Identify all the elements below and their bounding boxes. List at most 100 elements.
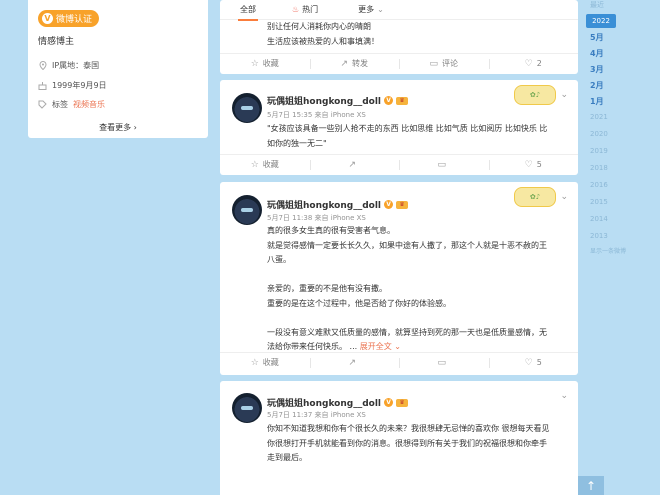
timeline-year[interactable]: 2018 — [590, 164, 608, 172]
post-line: 就是觉得感情一定要长长久久，如果中途有人撒了，那这个人就是十恶不赦的王 — [267, 240, 547, 250]
post-author[interactable]: 玩偶姐姐hongkong__doll V ♛ — [267, 396, 409, 409]
comment-button[interactable]: ▭ 评论 — [399, 54, 489, 73]
comment-button[interactable]: ▭ — [399, 353, 489, 372]
post-line: 如你的独一无二" — [267, 138, 327, 148]
tag-value-link[interactable]: 视频音乐 — [73, 99, 105, 110]
expand-label: 展开全文 — [359, 342, 392, 351]
tag-label: 标签 — [52, 100, 68, 109]
timeline-month[interactable]: 2月 — [590, 80, 604, 91]
post-line: 一段没有意义难默又低质量的感情，就算坚持到死的那一天也是低质量感情，无 — [267, 327, 547, 337]
repost-button[interactable]: ↗ 转发 — [309, 54, 400, 73]
repost-icon: ↗ — [348, 357, 357, 368]
comment-label: 评论 — [442, 59, 458, 68]
timeline-year[interactable]: 2014 — [590, 215, 608, 223]
favorite-button[interactable]: ☆ 收藏 — [220, 353, 310, 372]
timeline-year[interactable]: 2015 — [590, 198, 608, 206]
repost-button[interactable]: ↗ — [309, 155, 400, 174]
post-text: "女孩应该具备一些别人抢不走的东西 比如思维 比如气质 比如阅历 比如快乐 比 … — [267, 122, 568, 151]
post-card: 玩偶姐姐hongkong__doll V ♛ ✿♪ ⌄ 5月7日 11:38 来… — [220, 182, 578, 375]
like-button[interactable]: ♡ 5 — [488, 155, 579, 174]
tag-icon — [38, 100, 47, 109]
post-author[interactable]: 玩偶姐姐hongkong__doll V ♛ — [267, 198, 409, 211]
verified-badge[interactable]: V 微博认证 — [38, 10, 100, 27]
like-button[interactable]: ♡ 5 — [488, 353, 579, 372]
post-line — [267, 311, 568, 326]
favorite-label: 收藏 — [262, 59, 279, 68]
avatar[interactable] — [232, 93, 262, 123]
like-count: 2 — [536, 59, 542, 68]
star-icon: ☆ — [250, 58, 259, 69]
comment-icon: ▭ — [437, 159, 446, 170]
birthday-text: 1999年9月9日 — [52, 81, 107, 90]
favorite-label: 收藏 — [262, 160, 279, 169]
timeline-year[interactable]: 2020 — [590, 130, 608, 138]
timeline-year-selected[interactable]: 2022 — [586, 14, 616, 28]
post-line: 生活应该被热爱的人和事填满！ — [267, 36, 379, 46]
timeline-year[interactable]: 2016 — [590, 181, 608, 189]
timeline-month[interactable]: 4月 — [590, 48, 604, 59]
thumbs-up-icon: ♡ — [524, 58, 533, 69]
timeline-year[interactable]: 2019 — [590, 147, 608, 155]
avatar[interactable] — [232, 195, 262, 225]
favorite-button[interactable]: ☆ 收藏 — [220, 155, 310, 174]
view-more-label: 查看更多 — [99, 123, 132, 132]
post-author[interactable]: 玩偶姐姐hongkong__doll V ♛ — [267, 94, 409, 107]
crown-icon: ♛ — [396, 96, 409, 105]
chevron-down-icon: ⌄ — [377, 5, 384, 14]
view-more-link[interactable]: 查看更多 › — [28, 122, 208, 133]
comment-icon: ▭ — [437, 357, 446, 368]
action-bar: ☆ 收藏 ↗ ▭ ♡ 5 — [220, 352, 578, 372]
cake-icon — [38, 81, 47, 90]
tab-more[interactable]: 更多 ⌄ — [358, 0, 384, 20]
post-line: "女孩应该具备一些别人抢不走的东西 比如思维 比如气质 比如阅历 比如快乐 比 — [267, 124, 548, 133]
favorite-label: 收藏 — [262, 358, 279, 367]
tab-all-label: 全部 — [240, 5, 256, 14]
tab-more-label: 更多 — [358, 5, 375, 14]
comment-button[interactable]: ▭ — [399, 155, 489, 174]
star-icon: ☆ — [250, 159, 259, 170]
timeline-month[interactable]: 1月 — [590, 96, 604, 107]
repost-button[interactable]: ↗ — [309, 353, 400, 372]
expand-full-text-link[interactable]: 展开全文 ⌄ — [360, 342, 401, 351]
tag-row: 标签 视频音乐 — [38, 99, 105, 110]
chevron-down-icon[interactable]: ⌄ — [560, 192, 568, 202]
chevron-down-icon[interactable]: ⌄ — [560, 391, 568, 401]
like-button[interactable]: ♡ 2 — [488, 54, 579, 73]
fire-icon: ♨ — [292, 5, 300, 14]
timeline-month[interactable]: 5月 — [590, 32, 604, 43]
post-card-partial: 全部 ♨ 热门 更多 ⌄ 别让任何人消耗你内心的晴朗 生活应该被热爱的人和事填满… — [220, 0, 578, 74]
birthday-row: 1999年9月9日 — [38, 80, 107, 91]
avatar[interactable] — [232, 393, 262, 423]
tab-all[interactable]: 全部 — [234, 0, 262, 21]
back-to-top-button[interactable]: ↑ — [578, 476, 604, 495]
favorite-button[interactable]: ☆ 收藏 — [220, 54, 310, 73]
post-line: 别让任何人消耗你内心的晴朗 — [267, 22, 371, 31]
repost-label: 转发 — [352, 59, 369, 68]
post-text: 别让任何人消耗你内心的晴朗 生活应该被热爱的人和事填满！ — [267, 20, 568, 49]
sticker-image: ✿♪ — [514, 85, 556, 105]
star-icon: ☆ — [250, 357, 259, 368]
chevron-down-icon[interactable]: ⌄ — [560, 90, 568, 100]
ip-location-text: IP属地：泰国 — [52, 61, 100, 70]
timeline-recent[interactable]: 最近 — [590, 0, 604, 10]
sticker-image: ✿♪ — [514, 187, 556, 207]
comment-icon: ▭ — [429, 58, 438, 69]
timeline-year[interactable]: 2021 — [590, 113, 608, 121]
location-icon — [38, 61, 47, 70]
repost-icon: ↗ — [340, 58, 349, 69]
timeline-year[interactable]: 2013 — [590, 232, 608, 240]
post-card: 玩偶姐姐hongkong__doll V ♛ ✿♪ ⌄ 5月7日 15:35 来… — [220, 80, 578, 175]
author-name: 玩偶姐姐hongkong__doll — [267, 97, 382, 107]
timeline-month[interactable]: 3月 — [590, 64, 604, 75]
post-line: 法给你带来任何快乐。 ... — [267, 342, 358, 351]
chevron-down-icon: ⌄ — [394, 342, 401, 351]
thumbs-up-icon: ♡ — [524, 159, 533, 170]
tab-hot[interactable]: ♨ 热门 — [292, 0, 318, 20]
tab-hot-label: 热门 — [302, 5, 319, 14]
post-text: 真的很多女生真的很有受害者气息。 就是觉得感情一定要长长久久，如果中途有人撒了，… — [267, 224, 568, 355]
timeline-back-link[interactable]: 显示一条微博 — [590, 246, 626, 255]
ip-location-row: IP属地：泰国 — [38, 60, 99, 71]
post-line: 真的很多女生真的很有受害者气息。 — [267, 226, 395, 235]
like-count: 5 — [536, 358, 542, 367]
post-line — [267, 268, 568, 283]
